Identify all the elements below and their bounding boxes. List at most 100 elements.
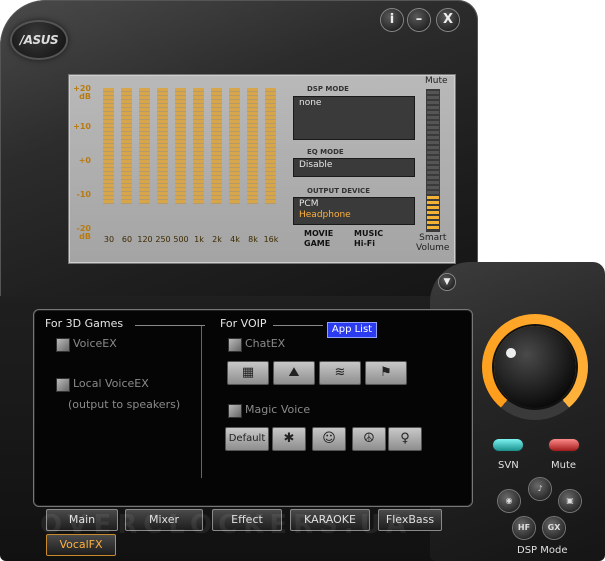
volume-segment xyxy=(427,196,439,199)
db-label-minus20: -20 dB xyxy=(76,224,91,241)
music-icon[interactable]: ♪ xyxy=(529,478,551,500)
local-voiceex-label: Local VoiceEX xyxy=(73,377,149,390)
dsp-mode-label-right: DSP Mode xyxy=(517,545,568,556)
volume-segment xyxy=(427,181,439,184)
close-button[interactable]: X xyxy=(437,9,459,31)
freq-label: 16k xyxy=(263,235,279,244)
dsp-mode-value: none xyxy=(293,96,415,140)
street-icon[interactable]: ≋ xyxy=(319,361,361,385)
volume-segment xyxy=(427,121,439,124)
vocalfx-panel: For 3D Games VoiceEX Local VoiceEX (outp… xyxy=(33,309,473,507)
volume-segment xyxy=(427,201,439,204)
minimize-button[interactable]: – xyxy=(408,9,430,31)
eq-slider-30[interactable] xyxy=(103,88,114,204)
concert-hall-icon[interactable]: ⛰ xyxy=(273,361,315,385)
db-label-zero: +0 xyxy=(78,156,91,165)
volume-segment xyxy=(427,101,439,104)
mode-music[interactable]: MUSIC xyxy=(354,229,383,238)
games-header: For 3D Games xyxy=(45,317,124,330)
output-device-name: Headphone xyxy=(299,210,351,220)
magic-voice-checkbox[interactable] xyxy=(228,404,242,418)
watermark: OVERCLOCKERS.UA xyxy=(40,510,413,540)
voiceex-checkbox[interactable] xyxy=(56,338,70,352)
volume-segment xyxy=(427,126,439,129)
hifi-button[interactable]: HF xyxy=(513,517,535,539)
eq-slider-16k[interactable] xyxy=(265,88,276,204)
magic-voice-label: Magic Voice xyxy=(245,403,311,416)
knob-indicator xyxy=(506,348,516,358)
eq-slider-500[interactable] xyxy=(175,88,186,204)
eq-slider-60[interactable] xyxy=(121,88,132,204)
mute-toggle[interactable] xyxy=(549,439,579,451)
gx-button[interactable]: GX xyxy=(543,517,565,539)
eq-slider-250[interactable] xyxy=(157,88,168,204)
volume-knob[interactable] xyxy=(494,326,576,408)
mode-movie[interactable]: MOVIE xyxy=(304,229,333,238)
volume-segment xyxy=(427,191,439,194)
local-voiceex-checkbox[interactable] xyxy=(56,378,70,392)
voiceex-label: VoiceEX xyxy=(73,337,117,350)
volume-segment xyxy=(427,186,439,189)
eq-mode-label: EQ MODE xyxy=(307,148,344,156)
stadium-icon[interactable]: ⚑ xyxy=(365,361,407,385)
db-label-minus10: -10 xyxy=(76,190,91,199)
volume-segment xyxy=(427,161,439,164)
divider xyxy=(135,325,205,326)
volume-segment xyxy=(427,216,439,219)
eq-slider-4k[interactable] xyxy=(229,88,240,204)
mute-label: Mute xyxy=(425,76,448,86)
volume-segment xyxy=(427,211,439,214)
mode-game[interactable]: GAME xyxy=(304,239,330,248)
local-voiceex-note: (output to speakers) xyxy=(68,398,181,411)
volume-segment xyxy=(427,226,439,229)
output-device-format: PCM xyxy=(299,199,319,209)
volume-segment xyxy=(427,206,439,209)
volume-meter[interactable] xyxy=(426,89,440,232)
expand-arrow-icon[interactable]: ▼ xyxy=(439,274,455,290)
office-icon[interactable]: ▦ xyxy=(227,361,269,385)
mode-hifi[interactable]: Hi-Fi xyxy=(354,239,375,248)
eq-slider-8k[interactable] xyxy=(247,88,258,204)
eq-slider-120[interactable] xyxy=(139,88,150,204)
volume-segment xyxy=(427,96,439,99)
volume-segment xyxy=(427,116,439,119)
monster-icon[interactable]: ✱ xyxy=(272,427,306,451)
male-icon[interactable]: ☮ xyxy=(352,427,386,451)
vertical-divider xyxy=(201,326,202,478)
dsp-mode-label: DSP MODE xyxy=(307,85,349,93)
movie-icon[interactable]: ▣ xyxy=(559,490,581,512)
info-button[interactable]: i xyxy=(381,9,403,31)
volume-segment xyxy=(427,91,439,94)
cartoon-icon[interactable]: ☺ xyxy=(312,427,346,451)
volume-segment xyxy=(427,111,439,114)
volume-segment xyxy=(427,156,439,159)
volume-segment xyxy=(427,141,439,144)
voip-header: For VOIP xyxy=(220,317,267,330)
eq-mode-value: Disable xyxy=(293,158,415,177)
divider xyxy=(273,325,323,326)
female-icon[interactable]: ♀ xyxy=(388,427,422,451)
status-display: +20 dB +10 +0 -10 -20 dB 30 60 120 250 5… xyxy=(68,74,456,264)
volume-segment xyxy=(427,106,439,109)
mute-label-right: Mute xyxy=(551,460,577,471)
volume-segment xyxy=(427,176,439,179)
chatex-checkbox[interactable] xyxy=(228,338,242,352)
game-icon[interactable]: ◉ xyxy=(498,490,520,512)
volume-segment xyxy=(427,151,439,154)
chatex-label: ChatEX xyxy=(245,337,286,350)
smart-volume-label[interactable]: Smart Volume xyxy=(416,233,449,253)
volume-segment xyxy=(427,166,439,169)
db-label-plus10: +10 xyxy=(73,122,91,131)
db-label-plus20: +20 dB xyxy=(73,84,91,101)
volume-segment xyxy=(427,221,439,224)
app-list-button[interactable]: App List xyxy=(327,322,377,338)
output-device-label: OUTPUT DEVICE xyxy=(307,187,370,195)
magic-voice-default-button[interactable]: Default xyxy=(225,427,269,451)
volume-segment xyxy=(427,171,439,174)
eq-slider-1k[interactable] xyxy=(193,88,204,204)
svn-toggle[interactable] xyxy=(493,439,523,451)
svn-label: SVN xyxy=(498,460,519,471)
asus-logo: /ASUS xyxy=(12,22,66,58)
volume-segment xyxy=(427,146,439,149)
eq-slider-2k[interactable] xyxy=(211,88,222,204)
